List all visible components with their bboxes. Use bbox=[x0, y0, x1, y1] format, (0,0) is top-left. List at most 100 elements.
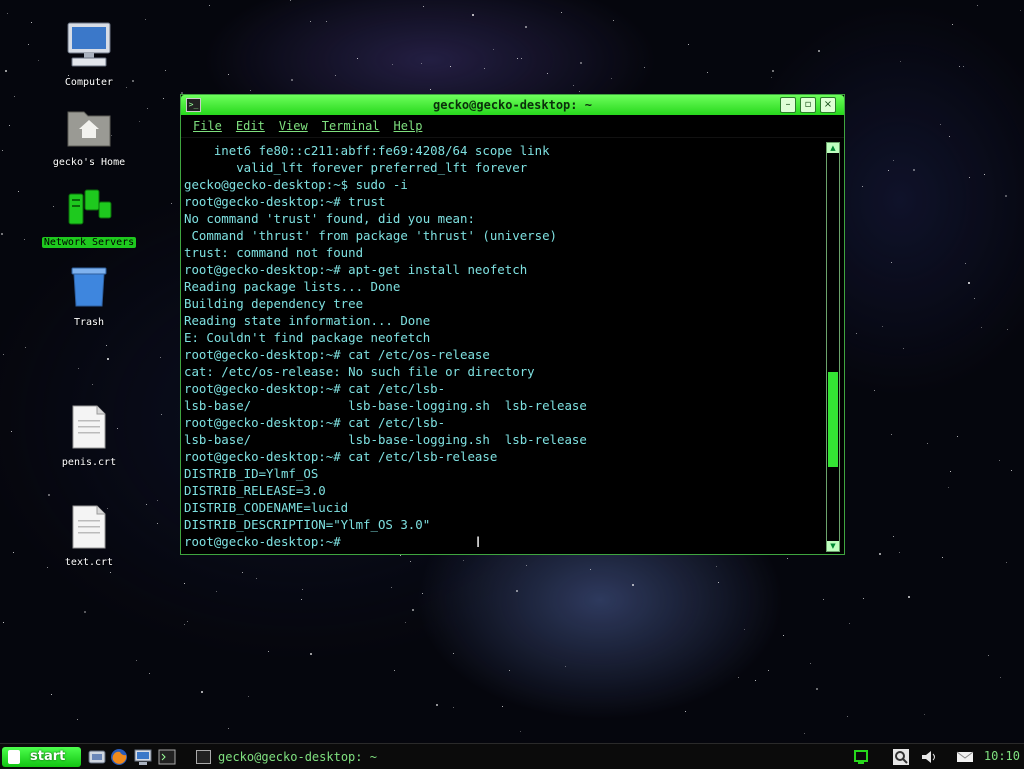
minimize-button[interactable]: – bbox=[780, 97, 796, 113]
star bbox=[965, 263, 966, 264]
star bbox=[816, 688, 818, 690]
computer-launcher-icon[interactable] bbox=[134, 748, 152, 766]
terminal-line: DISTRIB_ID=Ylmf_OS bbox=[184, 466, 319, 481]
start-logo-icon bbox=[8, 750, 20, 764]
star bbox=[707, 72, 708, 73]
firefox-launcher-icon[interactable] bbox=[110, 748, 128, 766]
star bbox=[502, 706, 503, 707]
star bbox=[580, 62, 582, 64]
star bbox=[463, 560, 464, 561]
star bbox=[847, 716, 848, 717]
star bbox=[165, 70, 166, 71]
star bbox=[163, 98, 164, 99]
star bbox=[823, 599, 824, 600]
star bbox=[25, 347, 26, 348]
star bbox=[14, 96, 15, 97]
star bbox=[950, 471, 951, 472]
star bbox=[472, 14, 474, 16]
window-titlebar[interactable]: >_ gecko@gecko-desktop: ~ – ▫ × bbox=[181, 95, 844, 115]
file-manager-launcher-icon[interactable] bbox=[88, 748, 106, 766]
star bbox=[632, 584, 634, 586]
star bbox=[136, 660, 137, 661]
star bbox=[392, 64, 393, 65]
terminal-line: Reading state information... Done bbox=[184, 313, 431, 328]
star bbox=[78, 368, 79, 369]
star bbox=[9, 125, 10, 126]
star bbox=[974, 298, 975, 299]
terminal-line: valid_lft forever preferred_lft forever bbox=[184, 160, 528, 175]
star bbox=[688, 44, 689, 45]
terminal-line: DISTRIB_CODENAME=lucid bbox=[184, 500, 349, 515]
terminal-output[interactable]: inet6 fe80::c211:abff:fe69:4208/64 scope… bbox=[184, 142, 824, 550]
star bbox=[391, 587, 392, 588]
terminal-line: E: Couldn't find package neofetch bbox=[184, 330, 431, 345]
scrollbar-thumb[interactable] bbox=[828, 372, 838, 468]
star bbox=[521, 58, 522, 59]
close-button[interactable]: × bbox=[820, 97, 836, 113]
desktop-icon-home[interactable]: gecko's Home bbox=[34, 104, 144, 169]
star bbox=[590, 569, 591, 570]
star bbox=[209, 5, 210, 6]
star bbox=[422, 593, 423, 594]
terminal-line: trust: command not found bbox=[184, 245, 364, 260]
menu-edit[interactable]: Edit bbox=[236, 119, 265, 133]
star bbox=[940, 124, 941, 125]
star bbox=[450, 66, 451, 67]
star bbox=[145, 19, 146, 20]
desktop-icon-trash[interactable]: Trash bbox=[34, 264, 144, 329]
terminal-line: root@gecko-desktop:~# bbox=[184, 534, 349, 549]
star bbox=[644, 67, 645, 68]
star bbox=[335, 75, 336, 76]
star bbox=[959, 66, 960, 67]
star bbox=[768, 670, 769, 671]
terminal-scrollbar[interactable]: ▲ ▼ bbox=[826, 142, 840, 552]
star bbox=[453, 653, 454, 654]
star bbox=[1006, 562, 1007, 563]
star bbox=[51, 694, 52, 695]
star bbox=[1020, 10, 1021, 11]
star bbox=[436, 704, 438, 706]
desktop-icon-network-servers[interactable]: Network Servers bbox=[34, 186, 144, 249]
terminal-launcher-icon[interactable] bbox=[158, 748, 176, 766]
network-status-icon[interactable] bbox=[852, 748, 870, 766]
mail-icon[interactable] bbox=[956, 748, 974, 766]
desktop-icon-computer[interactable]: Computer bbox=[34, 20, 144, 89]
star bbox=[24, 239, 25, 240]
star bbox=[423, 6, 424, 7]
terminal-window[interactable]: >_ gecko@gecko-desktop: ~ – ▫ × File Edit… bbox=[180, 94, 845, 555]
star bbox=[952, 24, 953, 25]
star bbox=[891, 434, 892, 435]
clock[interactable]: 10:10 bbox=[984, 749, 1020, 763]
star bbox=[957, 436, 958, 437]
star bbox=[516, 590, 518, 592]
taskbar-item-terminal[interactable]: gecko@gecko-desktop: ~ bbox=[192, 747, 392, 767]
star bbox=[611, 78, 612, 79]
star bbox=[547, 73, 548, 74]
star bbox=[453, 707, 454, 708]
search-tool-icon[interactable] bbox=[892, 748, 910, 766]
star bbox=[517, 58, 518, 59]
scroll-up-arrow[interactable]: ▲ bbox=[827, 143, 839, 153]
volume-icon[interactable] bbox=[920, 748, 938, 766]
file-icon bbox=[72, 405, 106, 449]
maximize-button[interactable]: ▫ bbox=[800, 97, 816, 113]
window-title: gecko@gecko-desktop: ~ bbox=[433, 98, 592, 112]
star bbox=[891, 262, 892, 263]
scroll-down-arrow[interactable]: ▼ bbox=[827, 541, 839, 551]
terminal-line: Command 'thrust' from package 'thrust' (… bbox=[184, 228, 557, 243]
desktop-icon-file-text-crt[interactable]: text.crt bbox=[34, 504, 144, 569]
desktop-icon-file-penis-crt[interactable]: penis.crt bbox=[34, 404, 144, 469]
menu-terminal[interactable]: Terminal bbox=[322, 119, 380, 133]
menu-view[interactable]: View bbox=[279, 119, 308, 133]
menu-help[interactable]: Help bbox=[394, 119, 423, 133]
star bbox=[147, 108, 148, 109]
star bbox=[988, 655, 989, 656]
desktop-icon-label: penis.crt bbox=[61, 457, 117, 468]
star bbox=[92, 384, 93, 385]
star bbox=[772, 70, 774, 72]
start-button[interactable]: start bbox=[2, 747, 81, 767]
star bbox=[291, 79, 293, 81]
menu-file[interactable]: File bbox=[193, 119, 222, 133]
terminal-line: root@gecko-desktop:~# cat /etc/os-releas… bbox=[184, 347, 490, 362]
star bbox=[160, 357, 161, 358]
